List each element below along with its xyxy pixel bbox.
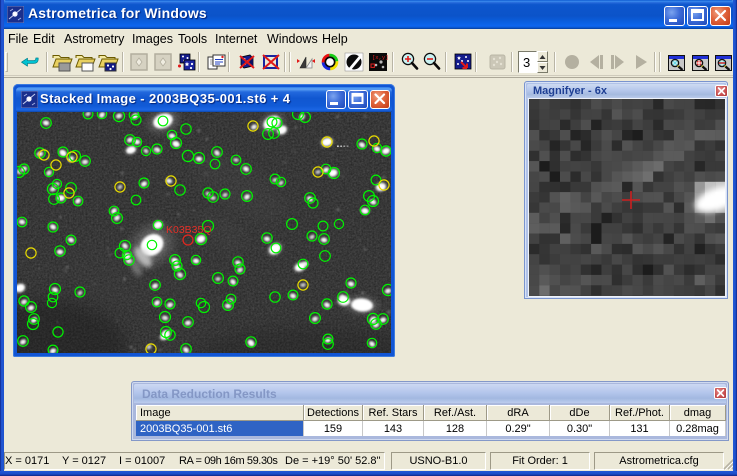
svg-text:K03B35Q: K03B35Q <box>166 224 212 236</box>
svg-text:[x,y]: [x,y] <box>372 54 388 61</box>
